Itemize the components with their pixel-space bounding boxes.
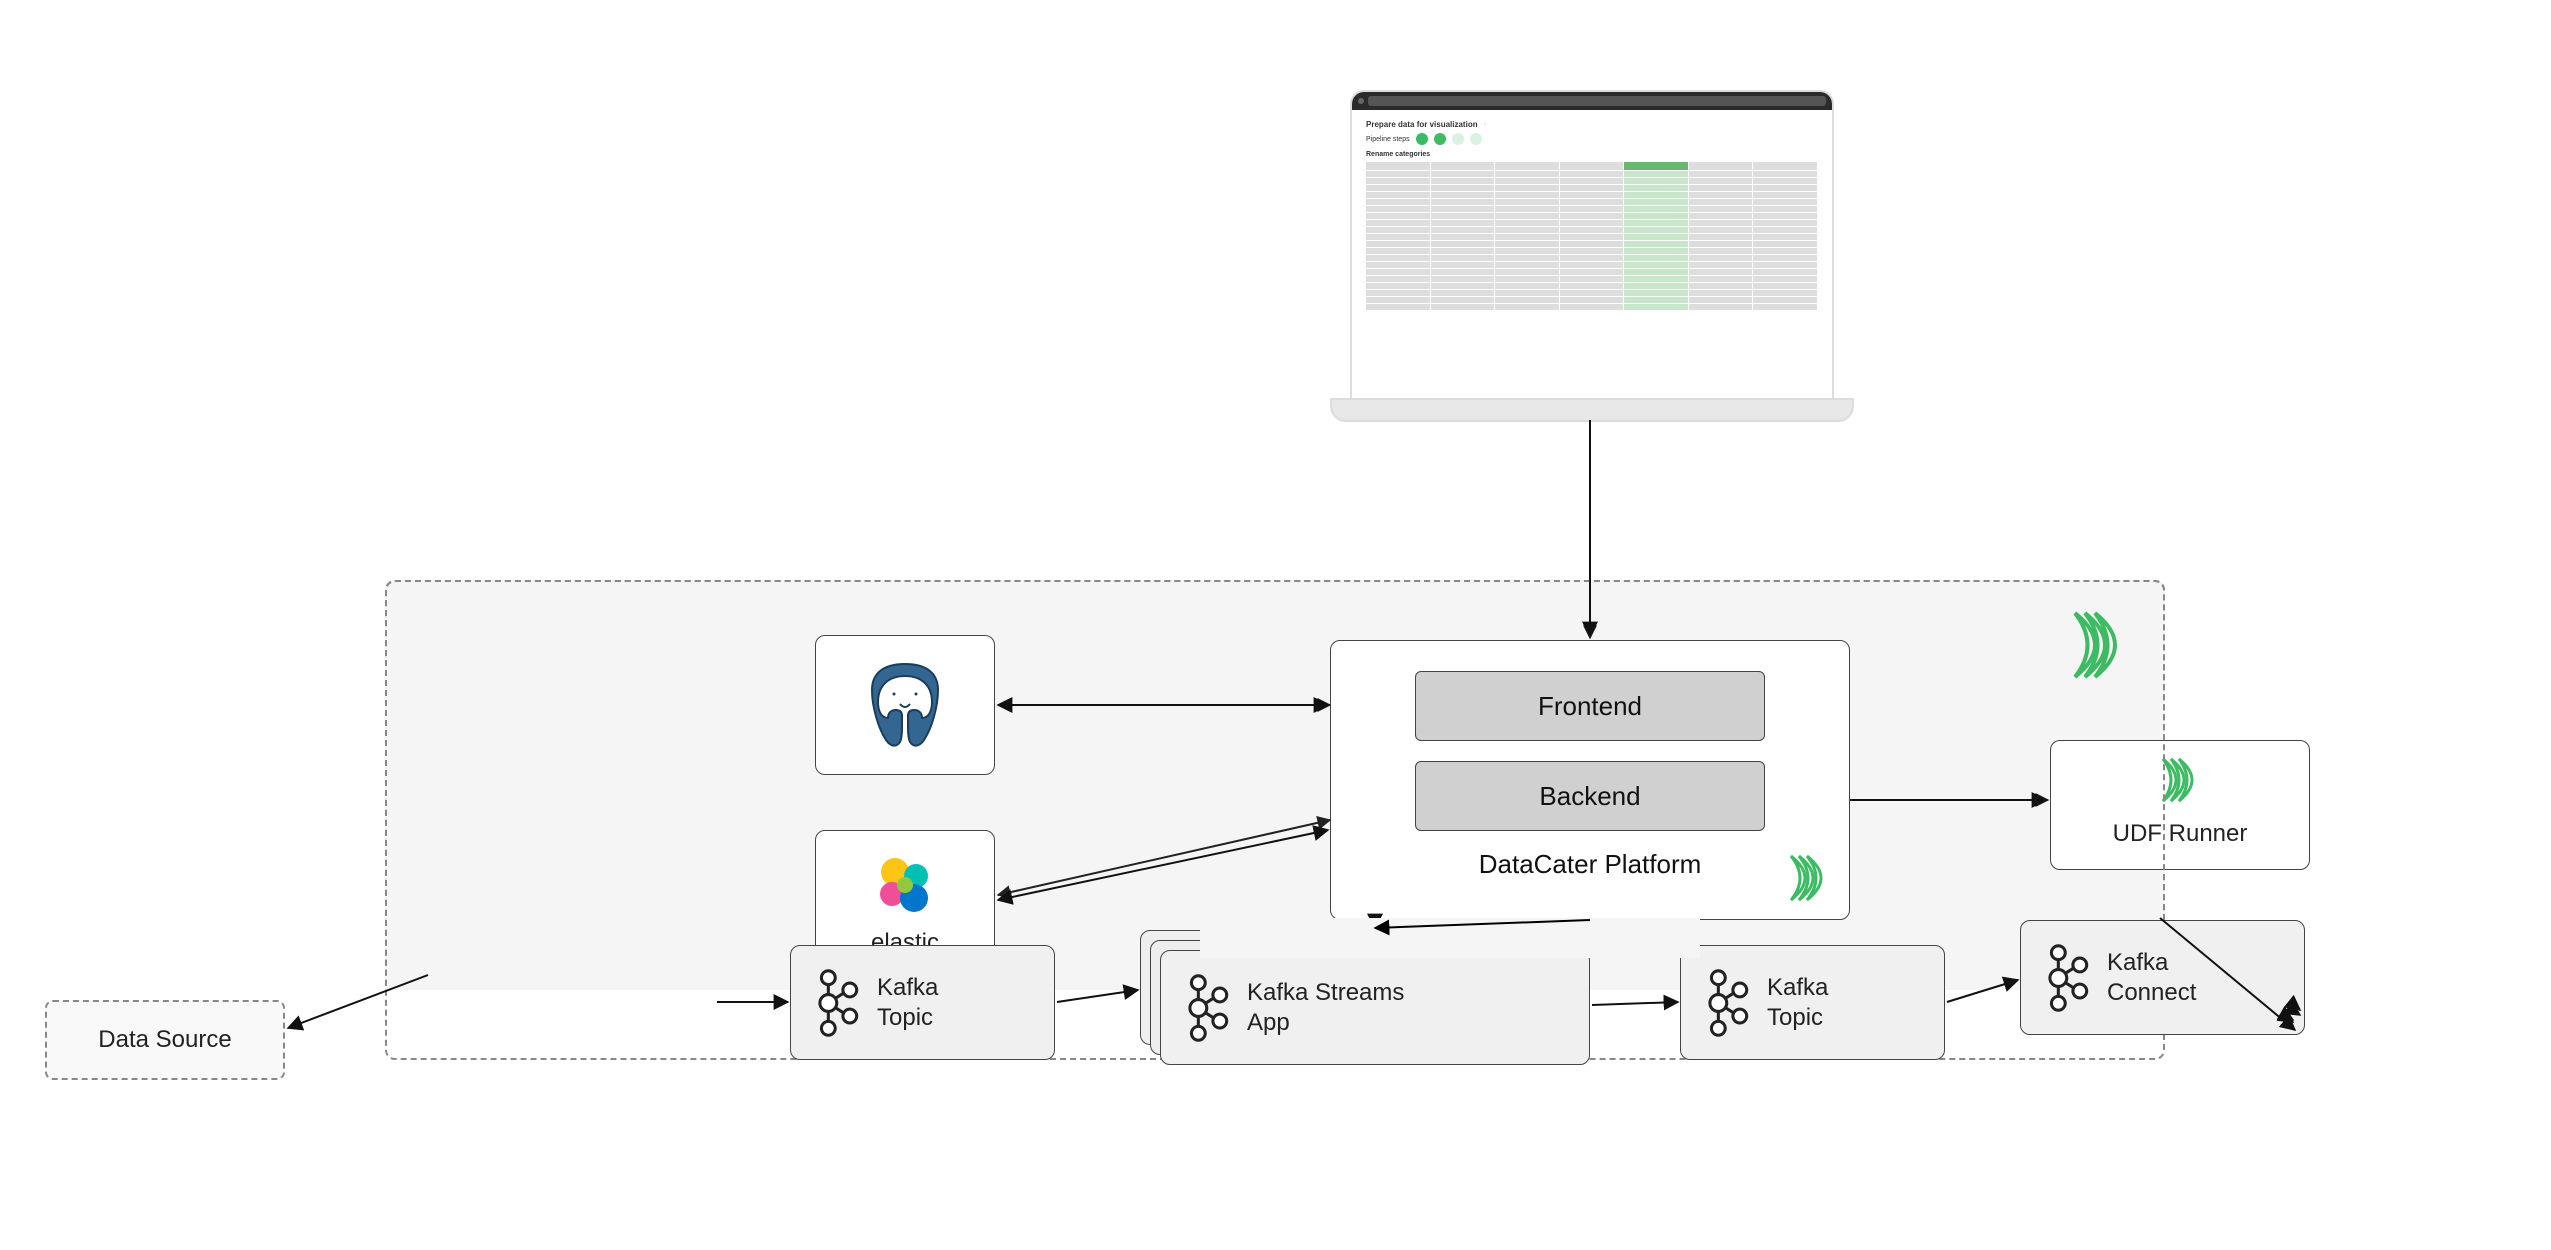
laptop-section: Rename categories [1366,151,1430,158]
laptop-sidebar-label: Pipeline steps [1366,136,1410,143]
kcr1: Kafka [2107,948,2196,978]
kafka-icon [1183,973,1229,1043]
ktl2: Topic [877,1003,938,1033]
laptop-screenshot: Prepare data for visualization · Pipelin… [1350,90,1834,404]
kafka-topic-left-box: Kafka Topic [790,945,1055,1060]
kcr2: Connect [2107,978,2196,1008]
kafka-icon [1703,968,1749,1038]
kafka-icon [2043,943,2089,1013]
data-source-label: Data Source [98,1025,231,1055]
ktr2: Topic [1767,1003,1828,1033]
kafka-streams-box: Kafka Streams App [1160,950,1590,1065]
laptop-title: Prepare data for visualization [1366,120,1478,129]
ktl1: Kafka [877,973,938,1003]
data-source-box: Data Source [45,1000,285,1080]
laptop-table-mock [1366,162,1818,310]
ks2: App [1247,1008,1404,1038]
ks1: Kafka Streams [1247,978,1404,1008]
kafka-icon [813,968,859,1038]
laptop-base [1330,398,1854,422]
kafka-topic-right-box: Kafka Topic [1680,945,1945,1060]
kafka-connect-right-box: Kafka Connect [2020,920,2305,1035]
ktr1: Kafka [1767,973,1828,1003]
